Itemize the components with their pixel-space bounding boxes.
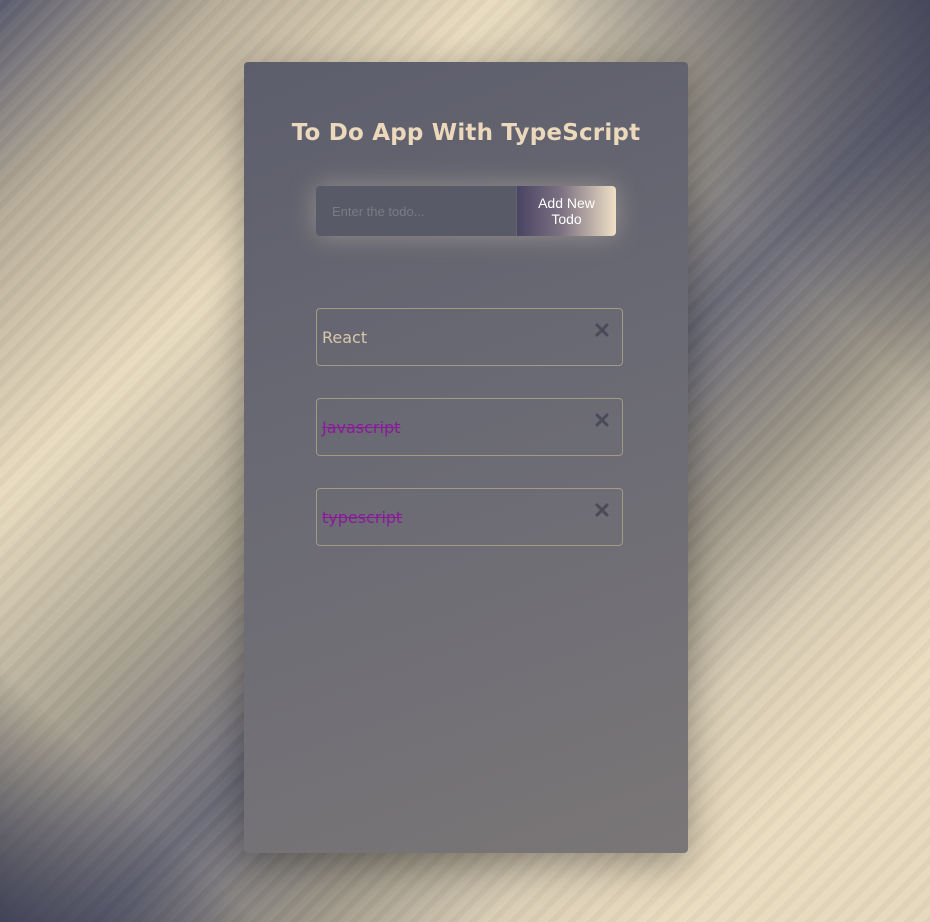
todo-list: React Javascript typescript: [316, 308, 623, 578]
todo-text[interactable]: Javascript: [322, 418, 400, 437]
add-todo-button[interactable]: Add New Todo: [517, 186, 616, 236]
todo-input[interactable]: [316, 186, 516, 236]
close-icon[interactable]: [595, 413, 609, 427]
app-title: To Do App With TypeScript: [291, 120, 641, 146]
todo-item[interactable]: React: [316, 308, 623, 366]
close-icon[interactable]: [595, 503, 609, 517]
todo-item[interactable]: Javascript: [316, 398, 623, 456]
todo-text[interactable]: React: [322, 328, 367, 347]
close-icon[interactable]: [595, 323, 609, 337]
todo-card: To Do App With TypeScript Add New Todo R…: [244, 62, 688, 853]
add-todo-form: Add New Todo: [316, 186, 616, 236]
todo-item[interactable]: typescript: [316, 488, 623, 546]
todo-text[interactable]: typescript: [322, 508, 402, 527]
